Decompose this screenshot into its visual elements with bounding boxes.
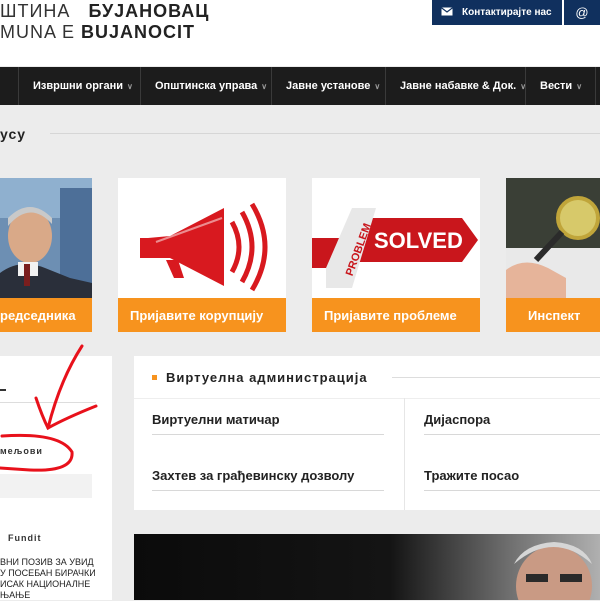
news-hero-photo [514, 542, 592, 600]
municipality-title-albanian: BUJANOCIT [81, 22, 196, 42]
card-report-corruption[interactable]: Пријавите корупцију [118, 178, 286, 332]
envelope-icon [432, 6, 462, 19]
sidebar-divider [0, 402, 96, 403]
nav-item-more[interactable] [595, 67, 600, 105]
link-underline [424, 434, 600, 435]
nav-item-municipal-administration[interactable]: Општинска управа ∨ [140, 67, 271, 105]
card-caption: Инспект [506, 298, 600, 332]
panel-column-divider [404, 398, 405, 510]
nav-label: Вести [540, 80, 573, 92]
link-virtual-registrar[interactable]: Виртуелни матичар [152, 412, 280, 427]
municipality-name-albanian[interactable]: MUNA E BUJANOCIT [0, 22, 195, 43]
link-diaspora[interactable]: Дијаспора [424, 412, 490, 427]
chevron-down-icon: ∨ [374, 81, 381, 91]
at-icon: @ [575, 5, 589, 20]
panel-title: Виртуелна администрација [166, 370, 368, 385]
municipality-name-serbian[interactable]: ШТИНА БУЈАНОВАЦ [0, 1, 209, 22]
card-inspection[interactable]: Инспект [506, 178, 600, 332]
chevron-down-icon: ∨ [127, 81, 133, 91]
municipality-prefix-serbian: ШТИНА [0, 1, 71, 21]
nav-label: Општинска управа [155, 80, 258, 92]
link-building-permit[interactable]: Захтев за грађевинску дозволу [152, 468, 354, 483]
panel-title-line [392, 377, 600, 378]
news-hero-banner[interactable] [134, 534, 600, 600]
sidebar-link[interactable]: мељови [0, 446, 43, 456]
contact-button[interactable]: Контактирајте нас [432, 0, 562, 25]
card-report-problems[interactable]: PROBLEM SOLVED Пријавите проблеме [312, 178, 480, 332]
inspection-photo [506, 178, 600, 298]
sidebar-news-item[interactable]: вни позив за увид у посебан бирачки исак… [0, 557, 100, 601]
panel-title-bullet [152, 375, 157, 380]
card-caption: редседника [0, 298, 92, 332]
chevron-down-icon: ∨ [261, 81, 268, 91]
nav-label: Извршни органи [33, 80, 124, 92]
main-navigation: Извршни органи ∨ Општинска управа ∨ Јавне … [0, 67, 600, 105]
card-caption: Пријавите корупцију [118, 298, 286, 332]
section-divider [50, 133, 600, 134]
card-president[interactable]: редседника [0, 178, 92, 332]
nav-item-public-procurement[interactable]: Јавне набавке & Док. ∨ [385, 67, 526, 105]
panel-divider [134, 398, 600, 399]
sidebar-item-marker [0, 389, 6, 391]
sidebar-heading-latest: Fundit [8, 533, 42, 543]
nav-item-news[interactable]: Вести ∨ [525, 67, 595, 105]
nav-item-executive-bodies[interactable]: Извршни органи ∨ [18, 67, 140, 105]
nav-item-home[interactable] [0, 67, 18, 105]
link-underline [152, 490, 384, 491]
municipality-prefix-albanian: MUNA E [0, 22, 76, 42]
link-underline [152, 434, 384, 435]
email-at-button[interactable]: @ [564, 0, 600, 25]
president-photo [0, 178, 92, 298]
nav-label: Јавне установе [286, 80, 371, 92]
sidebar-input[interactable] [0, 474, 92, 498]
section-title: усу [0, 126, 27, 142]
municipality-title-serbian: БУЈАНОВАЦ [88, 1, 210, 21]
nav-item-public-institutions[interactable]: Јавне установе ∨ [271, 67, 385, 105]
megaphone-icon [118, 178, 286, 298]
link-underline [424, 490, 600, 491]
card-caption: Пријавите проблеме [312, 298, 480, 332]
solved-sign-image: PROBLEM SOLVED [312, 178, 480, 298]
sign-text: SOLVED [374, 228, 463, 253]
contact-label: Контактирајте нас [462, 7, 552, 18]
nav-label: Јавне набавке & Док. [400, 80, 517, 92]
chevron-down-icon: ∨ [576, 81, 583, 91]
link-job-search[interactable]: Тражите посао [424, 468, 519, 483]
